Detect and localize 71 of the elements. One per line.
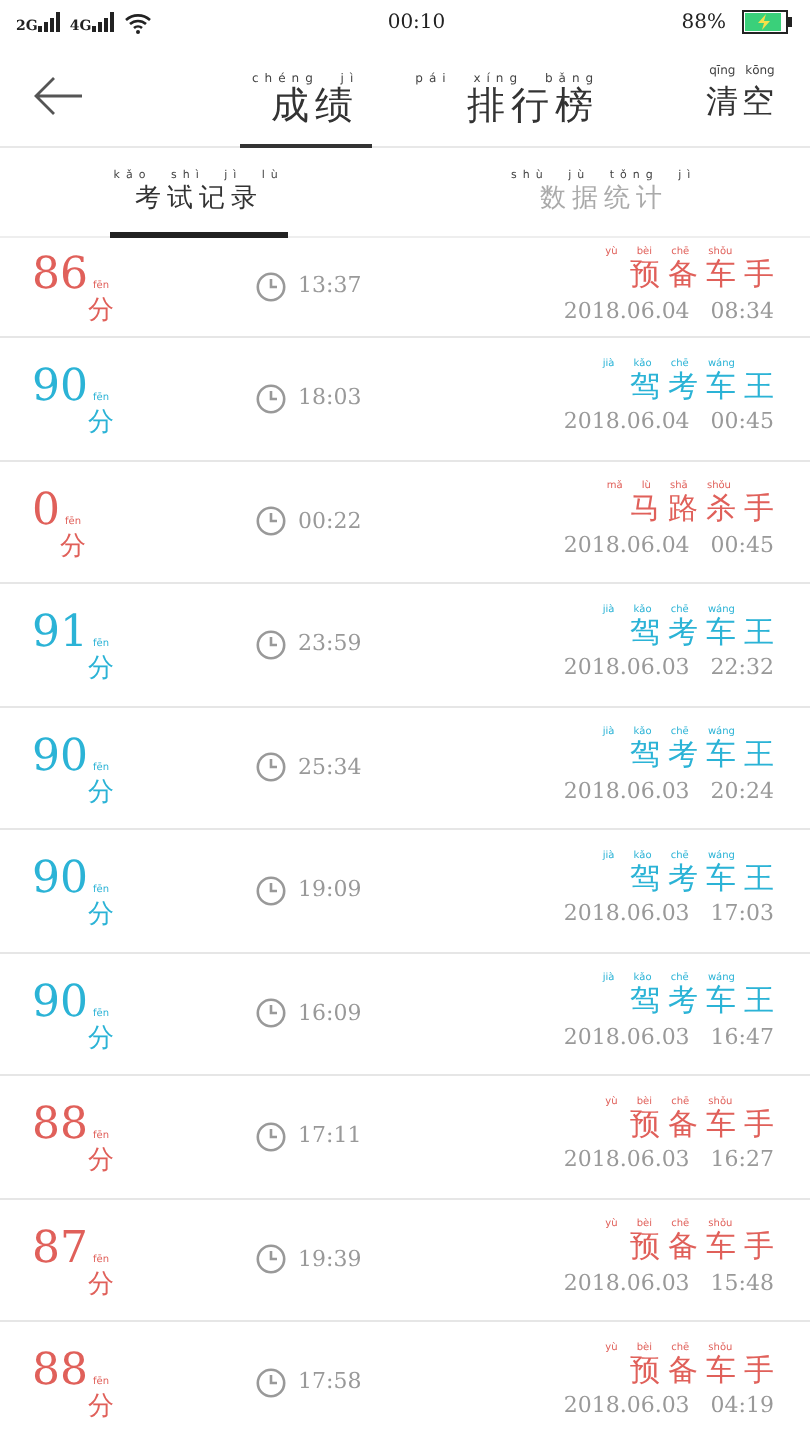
rank-title: 驾考车王: [630, 861, 782, 895]
score-value: 91: [32, 606, 88, 662]
score-unit: 分: [88, 406, 114, 442]
clock-icon: [256, 1121, 286, 1152]
date-time: 2018.06.03 20:24: [563, 775, 774, 808]
clock-icon: [256, 506, 286, 537]
clock-icon: [256, 1244, 286, 1275]
clock-icon: [256, 272, 286, 302]
rank-title: 驾考车王: [630, 738, 782, 772]
duration-text: 13:37: [298, 270, 362, 303]
sub-tab[interactable]: 数据统计: [539, 184, 668, 216]
score-unit: 分: [88, 1267, 114, 1303]
clock-icon: [256, 752, 286, 783]
sub-tab[interactable]: 考试记录: [134, 184, 263, 216]
header-tab[interactable]: 排行榜: [467, 85, 600, 127]
clock-icon: [256, 629, 286, 660]
clock-time: 00:10: [387, 9, 446, 37]
date-time: 2018.06.03 15:48: [563, 1267, 774, 1300]
score-value: 90: [32, 852, 88, 908]
back-button[interactable]: [32, 71, 84, 119]
score-value: 90: [32, 360, 88, 416]
rank-title: 马路杀手: [630, 492, 782, 526]
date-time: 2018.06.03 16:27: [563, 1144, 774, 1177]
clock-icon: [256, 1367, 286, 1398]
rank-title: 预备车手: [630, 1353, 782, 1387]
score-unit: 分: [88, 652, 114, 688]
score-value: 87: [32, 1221, 88, 1277]
battery-percentage: 88%: [681, 9, 726, 37]
rank-title: 预备车手: [630, 1107, 782, 1141]
date-time: 2018.06.03 17:03: [563, 898, 774, 931]
clear-button[interactable]: 清空: [706, 78, 778, 126]
header-tab[interactable]: 成绩: [271, 85, 360, 127]
duration-text: 18:03: [298, 382, 362, 414]
wifi-icon: [123, 11, 152, 33]
score-value: 88: [32, 1098, 88, 1154]
score-unit: 分: [88, 898, 114, 934]
duration-text: 19:39: [298, 1243, 362, 1275]
clock-icon: [256, 875, 286, 906]
score-unit: 分: [60, 529, 86, 565]
date-time: 2018.06.03 04:19: [563, 1390, 774, 1423]
rank-title: 驾考车王: [630, 369, 782, 403]
date-time: 2018.06.03 16:47: [563, 1021, 774, 1054]
score-value: 88: [32, 1344, 88, 1400]
clock-icon: [256, 998, 286, 1029]
duration-text: 25:34: [298, 751, 362, 783]
score-unit: 分: [88, 1021, 114, 1057]
date-time: 2018.06.04 00:45: [563, 529, 774, 562]
rank-title: 预备车手: [630, 1230, 782, 1264]
clock-icon: [256, 383, 286, 414]
score-value: 90: [32, 975, 88, 1031]
date-time: 2018.06.03 22:32: [563, 652, 774, 685]
duration-text: 17:11: [298, 1120, 362, 1152]
duration-text: 17:58: [298, 1366, 362, 1398]
date-time: 2018.06.04 00:45: [563, 406, 774, 439]
date-time: 2018.06.04 08:34: [563, 295, 774, 327]
score-value: 0: [32, 483, 60, 539]
rank-title: 驾考车王: [630, 615, 782, 649]
duration-text: 23:59: [298, 628, 362, 660]
score-unit: 分: [88, 294, 114, 331]
score-unit: 分: [88, 1144, 114, 1180]
score-value: 86: [32, 248, 88, 305]
rank-title: 预备车手: [630, 258, 782, 291]
signal-icon: [91, 12, 116, 32]
score-unit: 分: [88, 775, 114, 811]
signal-icon: [37, 12, 62, 32]
duration-text: 16:09: [298, 997, 362, 1029]
duration-text: 19:09: [298, 874, 362, 906]
score-unit: 分: [88, 1390, 114, 1426]
duration-text: 00:22: [298, 505, 362, 537]
score-value: 90: [32, 729, 88, 785]
rank-title: 驾考车王: [630, 984, 782, 1018]
